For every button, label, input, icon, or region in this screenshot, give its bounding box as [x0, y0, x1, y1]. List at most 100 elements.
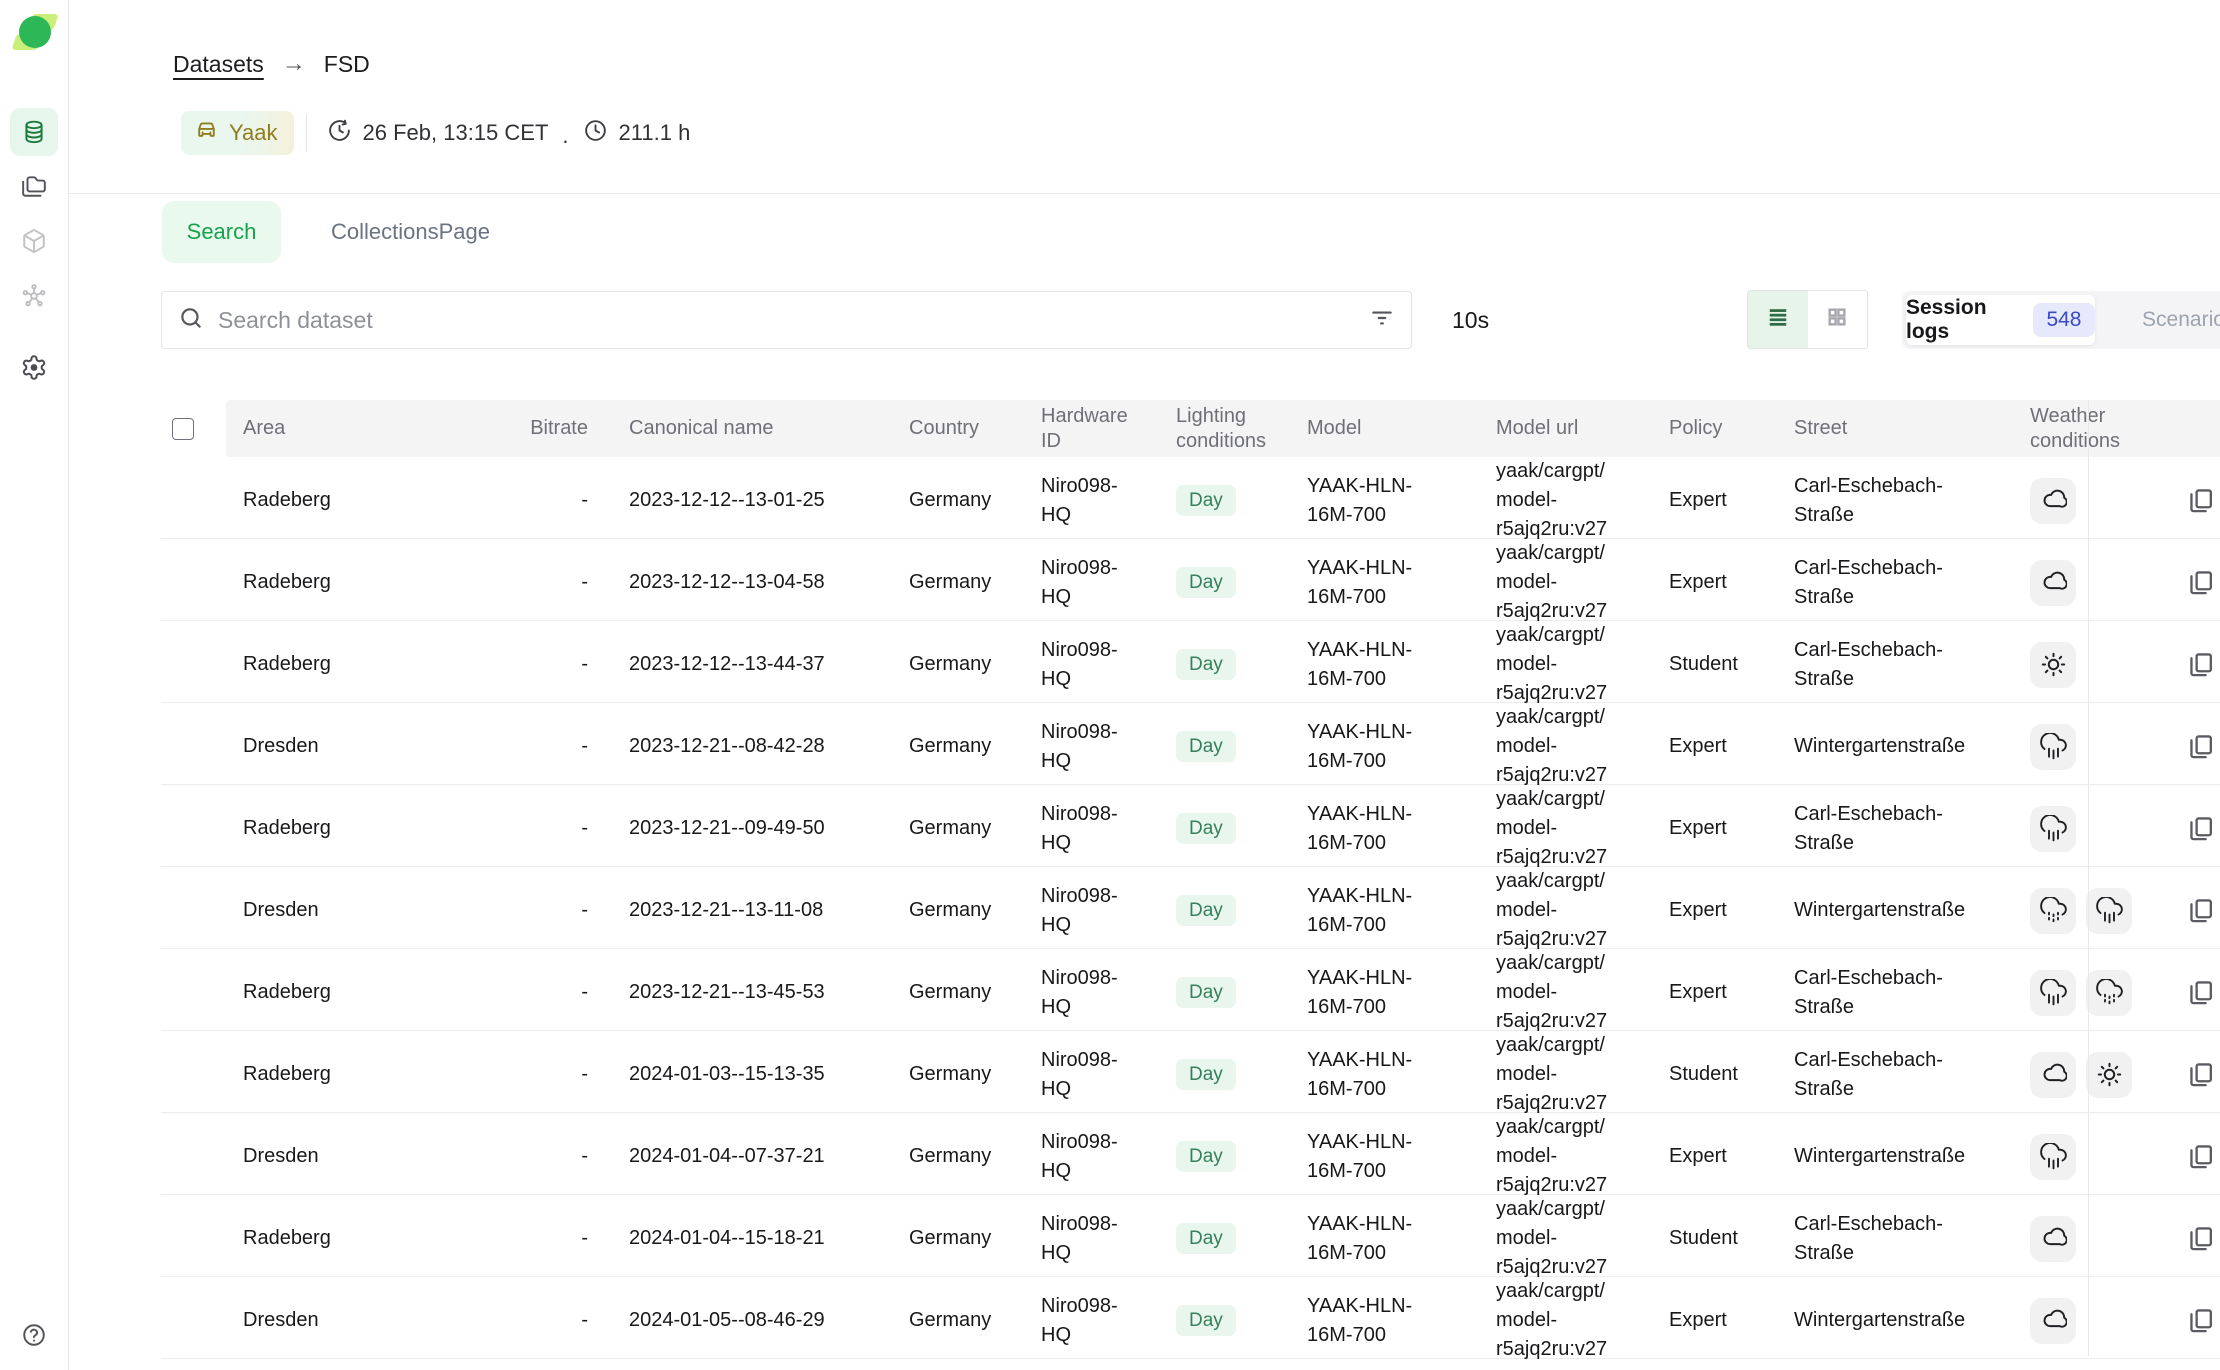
cell-country: Germany [882, 896, 1023, 925]
table-row[interactable]: Radeberg - 2023-12-12--13-01-25 Germany … [161, 457, 2220, 539]
copy-button[interactable] [2183, 1302, 2218, 1340]
cell-canonical-name: 2023-12-21--13-11-08 [596, 896, 882, 925]
col-header-model-url: Model url [1485, 416, 1658, 441]
cell-bitrate: - [511, 1142, 596, 1171]
copy-icon [2185, 730, 2216, 764]
cell-hardware-id: Niro098-HQ [1041, 1046, 1141, 1104]
breadcrumb-datasets-link[interactable]: Datasets [173, 51, 264, 78]
copy-button[interactable] [2183, 810, 2218, 848]
scenarios-segment[interactable]: Scenarios [2095, 295, 2220, 345]
table-row[interactable]: Radeberg - 2023-12-21--13-45-53 Germany … [161, 949, 2220, 1031]
cell-model: YAAK-HLN-16M-700 [1307, 554, 1455, 612]
cell-bitrate: - [511, 978, 596, 1007]
cell-model: YAAK-HLN-16M-700 [1307, 718, 1455, 776]
table-row[interactable]: Radeberg - 2024-01-03--15-13-35 Germany … [161, 1031, 2220, 1113]
cell-canonical-name: 2023-12-12--13-04-58 [596, 568, 882, 597]
app-logo-icon [14, 12, 56, 52]
cell-country: Germany [882, 732, 1023, 761]
copy-button[interactable] [2183, 1056, 2218, 1094]
cell-country: Germany [882, 1224, 1023, 1253]
list-view-button[interactable] [1748, 291, 1808, 348]
select-all-checkbox[interactable] [172, 418, 194, 440]
copy-icon [2185, 484, 2216, 518]
cell-canonical-name: 2023-12-12--13-44-37 [596, 650, 882, 679]
cloud-icon [2030, 1052, 2076, 1098]
sidebar-item-settings[interactable] [21, 354, 48, 381]
lighting-badge: Day [1176, 1305, 1236, 1336]
cell-country: Germany [882, 650, 1023, 679]
cell-model-url: yaak/​cargpt/​model-​r5ajq2ru:v27 [1496, 949, 1641, 1036]
cell-canonical-name: 2024-01-04--15-18-21 [596, 1224, 882, 1253]
sidebar-item-datasets[interactable] [10, 108, 58, 156]
table-row[interactable]: Radeberg - 2023-12-21--09-49-50 Germany … [161, 785, 2220, 867]
search-input[interactable] [218, 307, 1369, 334]
lighting-badge: Day [1176, 649, 1236, 680]
table-row[interactable]: Dresden - 2023-12-21--08-42-28 Germany N… [161, 703, 2220, 785]
main-area: Datasets → FSD Yaak 26 Feb, 13:15 CET . [69, 0, 2220, 1370]
session-logs-segment[interactable]: Session logs 548 [1906, 295, 2095, 345]
table-row[interactable]: Radeberg - 2023-12-12--13-44-37 Germany … [161, 621, 2220, 703]
cell-model-url: yaak/​cargpt/​model-​r5ajq2ru:v27 [1496, 785, 1641, 872]
cell-bitrate: - [511, 650, 596, 679]
cell-country: Germany [882, 1060, 1023, 1089]
copy-button[interactable] [2183, 564, 2218, 602]
copy-icon [2185, 1140, 2216, 1174]
table-row[interactable]: Radeberg - 2024-01-04--15-18-21 Germany … [161, 1195, 2220, 1277]
cell-hardware-id: Niro098-HQ [1041, 636, 1141, 694]
cell-street: Carl-Eschebach-Straße [1794, 800, 1969, 858]
sidebar [0, 0, 69, 1370]
car-icon [194, 118, 219, 149]
col-header-bitrate: Bitrate [511, 416, 596, 441]
cell-hardware-id: Niro098-HQ [1041, 718, 1141, 776]
copy-button[interactable] [2183, 1138, 2218, 1176]
sidebar-item-collections[interactable] [21, 173, 47, 199]
sidebar-item-models[interactable] [21, 228, 47, 254]
copy-button[interactable] [2183, 646, 2218, 684]
copy-button[interactable] [2183, 892, 2218, 930]
rain-icon [2030, 970, 2076, 1016]
cell-area: Radeberg [226, 486, 511, 515]
network-icon [21, 283, 47, 309]
tab-collections-page[interactable]: CollectionsPage [331, 219, 490, 245]
cell-policy: Expert [1658, 896, 1783, 925]
col-header-area: Area [226, 416, 511, 441]
cell-model-url: yaak/​cargpt/​model-​r5ajq2ru:v27 [1496, 457, 1641, 544]
grid-view-button[interactable] [1808, 291, 1868, 348]
filter-icon[interactable] [1369, 305, 1395, 336]
copy-icon [2185, 566, 2216, 600]
cell-model: YAAK-HLN-16M-700 [1307, 800, 1455, 858]
table-row[interactable]: Dresden - 2023-12-21--13-11-08 Germany N… [161, 867, 2220, 949]
scenarios-label: Scenarios [2142, 308, 2220, 332]
table-row[interactable]: Radeberg - 2023-12-12--13-04-58 Germany … [161, 539, 2220, 621]
cell-model-url: yaak/​cargpt/​model-​r5ajq2ru:v27 [1496, 1113, 1641, 1200]
cell-canonical-name: 2024-01-03--15-13-35 [596, 1060, 882, 1089]
help-button[interactable] [21, 1322, 47, 1348]
cell-hardware-id: Niro098-HQ [1041, 1292, 1141, 1350]
tab-search[interactable]: Search [162, 201, 281, 263]
copy-icon [2185, 812, 2216, 846]
cell-model-url: yaak/​cargpt/​model-​r5ajq2ru:v27 [1496, 1277, 1641, 1364]
cloud-icon [2030, 560, 2076, 606]
session-logs-label: Session logs [1906, 296, 2019, 344]
cell-hardware-id: Niro098-HQ [1041, 964, 1141, 1022]
search-box [161, 291, 1412, 349]
view-toggle [1747, 290, 1868, 349]
cell-canonical-name: 2023-12-12--13-01-25 [596, 486, 882, 515]
cell-policy: Expert [1658, 814, 1783, 843]
cell-canonical-name: 2023-12-21--08-42-28 [596, 732, 882, 761]
table-row[interactable]: Dresden - 2024-01-05--08-46-29 Germany N… [161, 1277, 2220, 1359]
copy-button[interactable] [2183, 974, 2218, 1012]
copy-button[interactable] [2183, 482, 2218, 520]
cell-bitrate: - [511, 568, 596, 597]
sidebar-item-pipelines[interactable] [21, 283, 47, 309]
copy-button[interactable] [2183, 1220, 2218, 1258]
copy-button[interactable] [2183, 728, 2218, 766]
drive-type-badge[interactable]: Yaak [181, 111, 294, 155]
table-row[interactable]: Dresden - 2024-01-04--07-37-21 Germany N… [161, 1113, 2220, 1195]
cell-policy: Expert [1658, 568, 1783, 597]
lighting-badge: Day [1176, 731, 1236, 762]
cell-country: Germany [882, 568, 1023, 597]
cell-bitrate: - [511, 1224, 596, 1253]
clock-icon [583, 118, 608, 149]
cell-policy: Student [1658, 1060, 1783, 1089]
